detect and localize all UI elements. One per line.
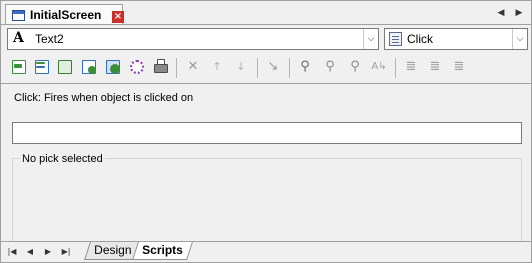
toggle-comment-button[interactable]: ≣: [450, 58, 468, 76]
replace-all-icon: A↳: [371, 61, 387, 72]
global-icon: [88, 66, 96, 74]
replace-all-button[interactable]: A↳: [370, 58, 388, 76]
pick-label: No pick selected: [20, 153, 105, 165]
function-icon: [36, 62, 45, 64]
document-title: InitialScreen: [30, 8, 102, 22]
goto-button[interactable]: ↘: [264, 58, 282, 76]
chevron-down-icon[interactable]: ⌵: [363, 29, 378, 49]
replace-icon: ⚲: [350, 59, 360, 74]
text-object-icon: A: [13, 30, 24, 46]
insert-block-button[interactable]: [56, 58, 74, 76]
tab-scripts[interactable]: Scripts: [132, 242, 193, 260]
gear-icon: [130, 60, 144, 74]
last-tab-icon[interactable]: ▶|: [60, 245, 72, 259]
tab-scripts-label: Scripts: [142, 243, 183, 257]
event-selector-value: Click: [407, 32, 433, 46]
insert-action-button[interactable]: [104, 58, 122, 76]
toolbar-separator: [176, 58, 177, 78]
toggle-comment-icon: ≣: [453, 59, 465, 74]
tab-design-label: Design: [94, 243, 132, 257]
script-icon: [14, 64, 22, 68]
uncomment-icon: ≣: [429, 59, 441, 74]
first-tab-icon[interactable]: |◀: [6, 245, 18, 259]
script-input[interactable]: [12, 122, 522, 144]
print-button[interactable]: [152, 58, 170, 76]
delete-icon: ✕: [187, 59, 199, 74]
window-icon: [12, 10, 25, 21]
object-selector[interactable]: A Text2 ⌵: [7, 28, 379, 50]
chevron-down-icon[interactable]: ⌵: [512, 29, 527, 49]
move-up-button[interactable]: ↑: [208, 58, 226, 76]
quick-script-button[interactable]: [128, 58, 146, 76]
bottom-tab-bar: |◀ ◀ ▶ ▶| Design Scripts: [1, 241, 531, 262]
move-down-button[interactable]: ↓: [232, 58, 250, 76]
move-up-icon: ↑: [212, 60, 222, 73]
document-tab[interactable]: InitialScreen ×: [5, 4, 124, 25]
move-down-icon: ↓: [236, 60, 246, 73]
find-next-button[interactable]: ⚲: [321, 58, 339, 76]
toolbar-separator: [257, 58, 258, 78]
goto-icon: ↘: [267, 59, 279, 74]
block-icon: [58, 60, 72, 74]
find-button[interactable]: ⚲: [296, 58, 314, 76]
print-icon: [154, 64, 168, 73]
action-icon: [110, 64, 120, 74]
toolbar: ✕ ↑ ↓ ↘ ⚲ ⚲ ⚲ A↳ ≣ ≣ ≣: [3, 55, 529, 81]
toolbar-separator: [395, 58, 396, 78]
event-script-icon: [389, 32, 402, 46]
uncomment-button[interactable]: ≣: [426, 58, 444, 76]
script-content-area: Click: Fires when object is clicked on N…: [1, 84, 531, 261]
comment-button[interactable]: ≣: [402, 58, 420, 76]
object-selector-value: Text2: [35, 32, 64, 46]
insert-global-button[interactable]: [80, 58, 98, 76]
event-selector[interactable]: Click ⌵: [384, 28, 528, 50]
replace-button[interactable]: ⚲: [346, 58, 364, 76]
next-tab-icon[interactable]: ▶: [42, 245, 54, 259]
scroll-left-icon[interactable]: ◀: [495, 6, 507, 20]
insert-function-button[interactable]: [33, 58, 51, 76]
toolbar-separator: [289, 58, 290, 78]
insert-script-button[interactable]: [10, 58, 28, 76]
find-next-icon: ⚲: [325, 59, 335, 74]
script-editor-window: InitialScreen × ◀ ▶ A Text2 ⌵ Click ⌵ ✕ …: [0, 0, 532, 263]
prev-tab-icon[interactable]: ◀: [24, 245, 36, 259]
delete-button[interactable]: ✕: [184, 58, 202, 76]
close-icon[interactable]: ×: [112, 11, 124, 23]
scroll-right-icon[interactable]: ▶: [513, 6, 525, 20]
event-description: Click: Fires when object is clicked on: [14, 92, 194, 104]
divider: [1, 24, 531, 25]
binoculars-icon: ⚲: [300, 59, 310, 74]
comment-icon: ≣: [405, 59, 417, 74]
title-bar: InitialScreen × ◀ ▶: [1, 1, 531, 27]
